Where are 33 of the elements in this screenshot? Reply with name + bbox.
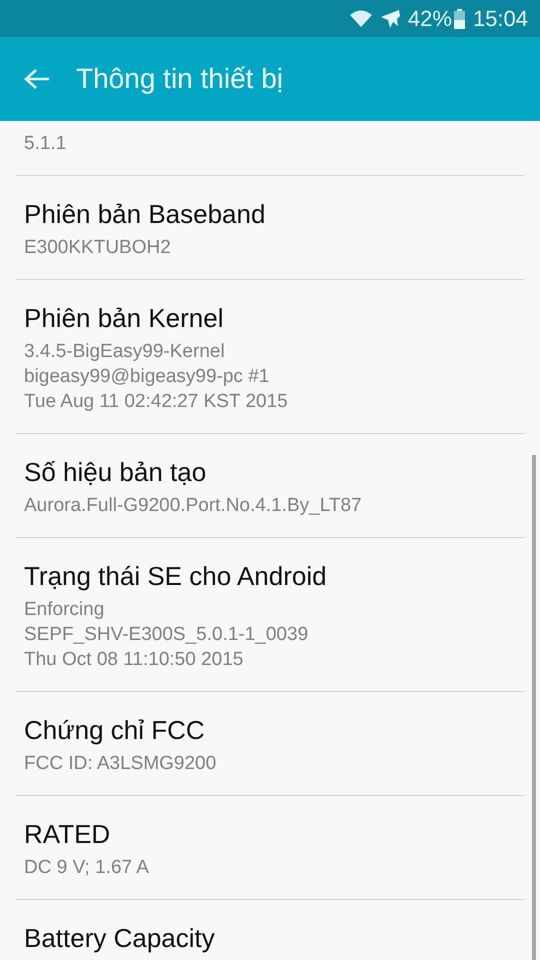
- item-value: 3.4.5-BigEasy99-Kernel: [24, 340, 226, 364]
- settings-item[interactable]: Số hiệu bản tạo Aurora.Full-G9200.Port.No.4.1.By_LT87: [16, 434, 525, 538]
- item-title: Battery Capacity: [24, 922, 216, 954]
- settings-item[interactable]: RATED DC 9 V; 1.67 A: [16, 796, 525, 900]
- item-value: Aurora.Full-G9200.Port.No.4.1.By_LT87: [24, 494, 363, 518]
- settings-item[interactable]: Phiên bản Baseband E300KKTUBOH2: [16, 176, 525, 280]
- airplane-icon: [380, 8, 400, 28]
- item-value: DC 9 V; 1.67 A: [24, 856, 150, 880]
- item-value: bigeasy99@bigeasy99-pc #1: [24, 365, 270, 389]
- screen-title: Thông tin thiết bị: [76, 63, 284, 95]
- settings-item[interactable]: Chứng chỉ FCC FCC ID: A3LSMG9200: [16, 692, 525, 796]
- battery-icon: [454, 8, 465, 28]
- item-title: RATED: [24, 818, 112, 850]
- item-title: Phiên bản Baseband: [24, 198, 266, 230]
- item-value: Thu Oct 08 11:10:50 2015: [24, 648, 244, 672]
- settings-item[interactable]: Trạng thái SE cho Android Enforcing SEPF_SHV-E300S_5.0.1-1_0039 Thu Oct 08 11:10:50 2015: [16, 538, 525, 692]
- item-title: Phiên bản Kernel: [24, 302, 224, 334]
- settings-item[interactable]: 5.1.1: [16, 121, 525, 176]
- settings-item[interactable]: Battery Capacity: [16, 900, 525, 960]
- item-title: Trạng thái SE cho Android: [24, 560, 328, 592]
- wifi-icon: [350, 10, 372, 28]
- item-title: Số hiệu bản tạo: [24, 456, 208, 488]
- item-value: SEPF_SHV-E300S_5.0.1-1_0039: [24, 623, 310, 647]
- battery-percent: 42%: [408, 6, 452, 32]
- settings-item[interactable]: Phiên bản Kernel 3.4.5-BigEasy99-Kernel bigeasy99@bigeasy99-pc #1 Tue Aug 11 02:42:27 KST 2015: [16, 280, 525, 434]
- item-value: 5.1.1: [24, 132, 68, 156]
- item-value: Tue Aug 11 02:42:27 KST 2015: [24, 390, 289, 414]
- item-value: E300KKTUBOH2: [24, 236, 172, 260]
- clock: 15:04: [472, 6, 528, 32]
- back-arrow-icon[interactable]: [24, 68, 50, 90]
- item-value: FCC ID: A3LSMG9200: [24, 752, 218, 776]
- item-value: Enforcing: [24, 598, 106, 622]
- item-title: Chứng chỉ FCC: [24, 714, 206, 746]
